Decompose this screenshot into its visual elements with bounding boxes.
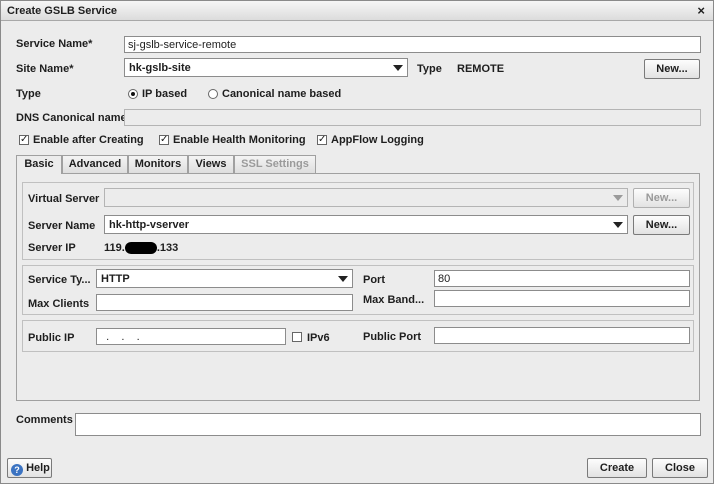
- service-type-value: HTTP: [101, 273, 130, 285]
- appflow-logging-checkbox[interactable]: ✓: [317, 135, 327, 145]
- tab-ssl-settings[interactable]: SSL Settings: [234, 155, 316, 173]
- port-input[interactable]: [434, 270, 690, 287]
- dialog-window: Create GSLB Service × Service Name* Site…: [0, 0, 714, 484]
- public-ip-input[interactable]: [96, 328, 286, 345]
- public-port-label: Public Port: [363, 331, 422, 343]
- public-ip-label: Public IP: [28, 332, 75, 344]
- enable-after-creating-checkbox[interactable]: ✓: [19, 135, 29, 145]
- service-name-label: Service Name*: [16, 38, 93, 50]
- basic-tab-panel: Virtual Server New... Server Name hk-htt…: [16, 173, 700, 401]
- server-ip-prefix: 119.: [104, 242, 125, 254]
- help-icon: ?: [11, 464, 23, 476]
- canonical-radio[interactable]: [208, 89, 218, 99]
- chevron-down-icon[interactable]: [393, 65, 403, 71]
- port-label: Port: [363, 274, 385, 286]
- health-monitoring-checkbox[interactable]: ✓: [159, 135, 169, 145]
- server-name-new-button[interactable]: New...: [633, 215, 690, 235]
- chevron-down-icon[interactable]: [338, 276, 348, 282]
- ip-based-label: IP based: [142, 88, 188, 100]
- tab-advanced[interactable]: Advanced: [62, 155, 128, 173]
- help-label: Help: [26, 462, 50, 474]
- dns-canonical-input[interactable]: [124, 109, 701, 126]
- close-icon[interactable]: ×: [697, 3, 705, 18]
- tab-monitors[interactable]: Monitors: [128, 155, 188, 173]
- server-ip-value: 119. .133: [104, 242, 179, 255]
- create-button[interactable]: Create: [587, 458, 647, 478]
- server-ip-suffix: .133: [156, 242, 179, 254]
- site-name-value: hk-gslb-site: [129, 62, 191, 74]
- close-button[interactable]: Close: [652, 458, 708, 478]
- window-title: Create GSLB Service: [7, 5, 118, 17]
- enable-after-creating-label: Enable after Creating: [33, 134, 144, 146]
- service-name-input[interactable]: [124, 36, 701, 53]
- max-clients-input[interactable]: [96, 294, 353, 311]
- public-port-input[interactable]: [434, 327, 690, 344]
- type-radio-label: Type: [16, 88, 41, 100]
- service-type-combo[interactable]: HTTP: [96, 269, 353, 288]
- service-group: Service Ty... HTTP Port Max Clients Max …: [22, 265, 694, 315]
- health-monitoring-label: Enable Health Monitoring: [173, 134, 306, 146]
- dns-canonical-label: DNS Canonical name: [16, 112, 127, 124]
- title-bar: Create GSLB Service ×: [1, 1, 713, 21]
- service-type-label: Service Ty...: [28, 274, 91, 286]
- ip-based-radio[interactable]: [128, 89, 138, 99]
- max-clients-label: Max Clients: [28, 298, 90, 310]
- comments-input[interactable]: [75, 413, 701, 436]
- max-bandwidth-input[interactable]: [434, 290, 690, 307]
- chevron-down-icon[interactable]: [613, 222, 623, 228]
- site-name-label: Site Name*: [16, 63, 74, 75]
- server-name-label: Server Name: [28, 220, 96, 232]
- chevron-down-icon[interactable]: [613, 195, 623, 201]
- virtual-server-new-button[interactable]: New...: [633, 188, 690, 208]
- type-value: REMOTE: [457, 63, 505, 75]
- redacted-block: [124, 242, 157, 255]
- site-new-button[interactable]: New...: [644, 59, 700, 79]
- canonical-label: Canonical name based: [222, 88, 342, 100]
- max-bandwidth-label: Max Band...: [363, 294, 425, 306]
- server-name-combo[interactable]: hk-http-vserver: [104, 215, 628, 234]
- ipv6-label: IPv6: [307, 332, 330, 344]
- comments-label: Comments: [16, 414, 73, 426]
- appflow-logging-label: AppFlow Logging: [331, 134, 424, 146]
- virtual-server-label: Virtual Server: [28, 193, 100, 205]
- server-ip-label: Server IP: [28, 242, 76, 254]
- server-name-value: hk-http-vserver: [109, 219, 190, 231]
- type-label: Type: [417, 63, 442, 75]
- help-button[interactable]: ? Help: [7, 458, 52, 478]
- tab-basic[interactable]: Basic: [16, 155, 62, 174]
- public-group: Public IP IPv6 Public Port: [22, 320, 694, 352]
- tab-views[interactable]: Views: [188, 155, 234, 173]
- virtual-server-combo[interactable]: [104, 188, 628, 207]
- ipv6-checkbox[interactable]: [292, 332, 302, 342]
- server-group: Virtual Server New... Server Name hk-htt…: [22, 182, 694, 260]
- site-name-combo[interactable]: hk-gslb-site: [124, 58, 408, 77]
